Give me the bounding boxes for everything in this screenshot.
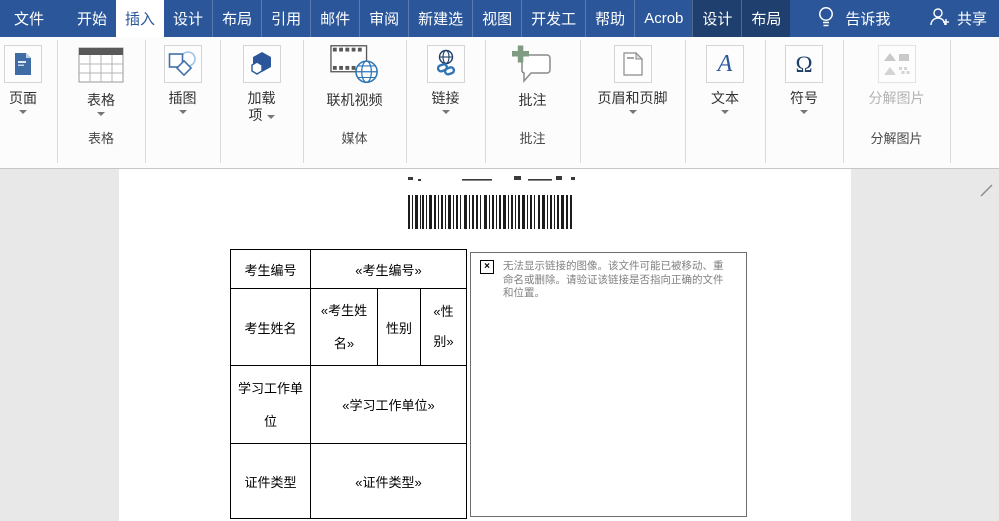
chevron-down-icon [800, 110, 808, 114]
symbols-label: 符号 [790, 90, 818, 107]
pages-label: 页面 [9, 90, 37, 107]
group-label-table: 表格 [88, 128, 114, 147]
table-row: 考生编号 «考生编号» [231, 250, 466, 289]
links-icon [427, 45, 465, 83]
group-label-decompose: 分解图片 [870, 128, 922, 147]
links-label: 链接 [432, 90, 460, 107]
symbols-button[interactable]: Ω 符号 [766, 37, 842, 151]
header-footer-button[interactable]: 页眉和页脚 [581, 37, 684, 151]
table-row: 学习工作单位 «学习工作单位» [231, 366, 466, 444]
online-video-icon [330, 45, 380, 85]
cell-gender-value[interactable]: «性别» [421, 289, 466, 365]
addins-icon [243, 45, 281, 83]
tab-table-layout[interactable]: 布局 [741, 0, 790, 37]
cell-gender-label[interactable]: 性别 [378, 289, 421, 365]
table-icon [76, 45, 126, 85]
merge-fields-table: 考生编号 «考生编号» 考生姓名 «考生姓名» 性别 «性别» 学习工作单位 «… [230, 249, 467, 519]
tab-view[interactable]: 视图 [472, 0, 521, 37]
share-label: 共享 [957, 8, 987, 29]
cell-id-type-value[interactable]: «证件类型» [311, 444, 466, 518]
broken-image-icon: × [480, 260, 494, 274]
chevron-down-icon [442, 110, 450, 114]
group-label-comment: 批注 [519, 128, 545, 147]
share-button[interactable]: 共享 [928, 0, 999, 37]
chevron-down-icon [179, 110, 187, 114]
cell-id-type-label[interactable]: 证件类型 [231, 444, 311, 518]
tab-review[interactable]: 审阅 [359, 0, 408, 37]
clipped-text-line [408, 176, 588, 182]
barcode-image[interactable] [408, 195, 572, 229]
chevron-down-icon [19, 110, 27, 114]
share-person-icon [928, 6, 950, 32]
tab-references[interactable]: 引用 [261, 0, 310, 37]
tab-mailings[interactable]: 邮件 [310, 0, 359, 37]
cell-work-unit-value[interactable]: «学习工作单位» [311, 366, 466, 443]
cell-candidate-no-value[interactable]: «考生编号» [311, 250, 466, 288]
symbols-icon: Ω [785, 45, 823, 83]
table-row: 证件类型 «证件类型» [231, 444, 466, 518]
comment-button[interactable]: 批注 批注 [486, 37, 579, 151]
tell-me-label: 告诉我 [845, 8, 890, 29]
table-button[interactable]: 表格 表格 [58, 37, 144, 151]
header-footer-icon [614, 45, 652, 83]
comment-label: 批注 [519, 92, 547, 109]
comment-icon [508, 45, 558, 85]
chevron-down-icon [267, 115, 275, 119]
group-label-media: 媒体 [341, 128, 367, 147]
decompose-picture-button: 分解图片 分解图片 [844, 37, 949, 151]
tab-insert[interactable]: 插入 [116, 0, 164, 37]
decompose-picture-icon [878, 45, 916, 83]
cell-candidate-no-label[interactable]: 考生编号 [231, 250, 311, 288]
online-video-label: 联机视频 [327, 92, 383, 109]
links-button[interactable]: 链接 [407, 37, 484, 151]
chevron-down-icon [629, 110, 637, 114]
text-button[interactable]: A 文本 [686, 37, 764, 151]
collapse-ribbon-icon[interactable] [980, 183, 994, 202]
document-page[interactable]: 考生编号 «考生编号» 考生姓名 «考生姓名» 性别 «性别» 学习工作单位 «… [119, 169, 851, 521]
tab-design[interactable]: 设计 [164, 0, 212, 37]
table-label: 表格 [87, 92, 115, 109]
broken-image-placeholder[interactable]: × 无法显示链接的图像。该文件可能已被移动、重命名或删除。请验证该链接是否指向正… [470, 252, 747, 517]
addins-button[interactable]: 加载 项 [221, 37, 302, 151]
text-label: 文本 [711, 90, 739, 107]
broken-image-message: 无法显示链接的图像。该文件可能已被移动、重命名或删除。请验证该链接是否指向正确的… [503, 260, 727, 301]
tab-help[interactable]: 帮助 [585, 0, 634, 37]
pages-button[interactable]: 页面 [0, 37, 52, 151]
ribbon: 页面 表格 表格 [0, 37, 999, 169]
tab-developer[interactable]: 开发工 [521, 0, 585, 37]
tab-file[interactable]: 文件 [0, 0, 58, 37]
pages-icon [4, 45, 42, 83]
tab-new-select[interactable]: 新建选 [408, 0, 472, 37]
chevron-down-icon [721, 110, 729, 114]
tell-me[interactable]: 告诉我 [816, 0, 890, 37]
ribbon-tab-bar: 文件 开始 插入 设计 布局 引用 邮件 审阅 新建选 视图 开发工 帮助 Ac… [0, 0, 999, 37]
header-footer-label: 页眉和页脚 [598, 90, 668, 107]
tab-table-design[interactable]: 设计 [692, 0, 741, 37]
tab-acrobat[interactable]: Acrob [634, 0, 692, 37]
group-separator [950, 40, 951, 163]
tab-layout[interactable]: 布局 [212, 0, 261, 37]
lightbulb-icon [816, 5, 836, 33]
online-video-button[interactable]: 联机视频 媒体 [304, 37, 405, 151]
cell-candidate-name-label[interactable]: 考生姓名 [231, 289, 311, 365]
decompose-picture-label: 分解图片 [869, 90, 925, 107]
table-row: 考生姓名 «考生姓名» 性别 «性别» [231, 289, 466, 366]
illustrations-icon [164, 45, 202, 83]
tab-home[interactable]: 开始 [68, 0, 116, 37]
chevron-down-icon [97, 112, 105, 116]
text-icon: A [706, 45, 744, 83]
cell-work-unit-label[interactable]: 学习工作单位 [231, 366, 311, 443]
addins-label: 加载 项 [248, 90, 276, 124]
illustrations-button[interactable]: 插图 [146, 37, 219, 151]
illustrations-label: 插图 [169, 90, 197, 107]
cell-candidate-name-value[interactable]: «考生姓名» [311, 289, 378, 365]
